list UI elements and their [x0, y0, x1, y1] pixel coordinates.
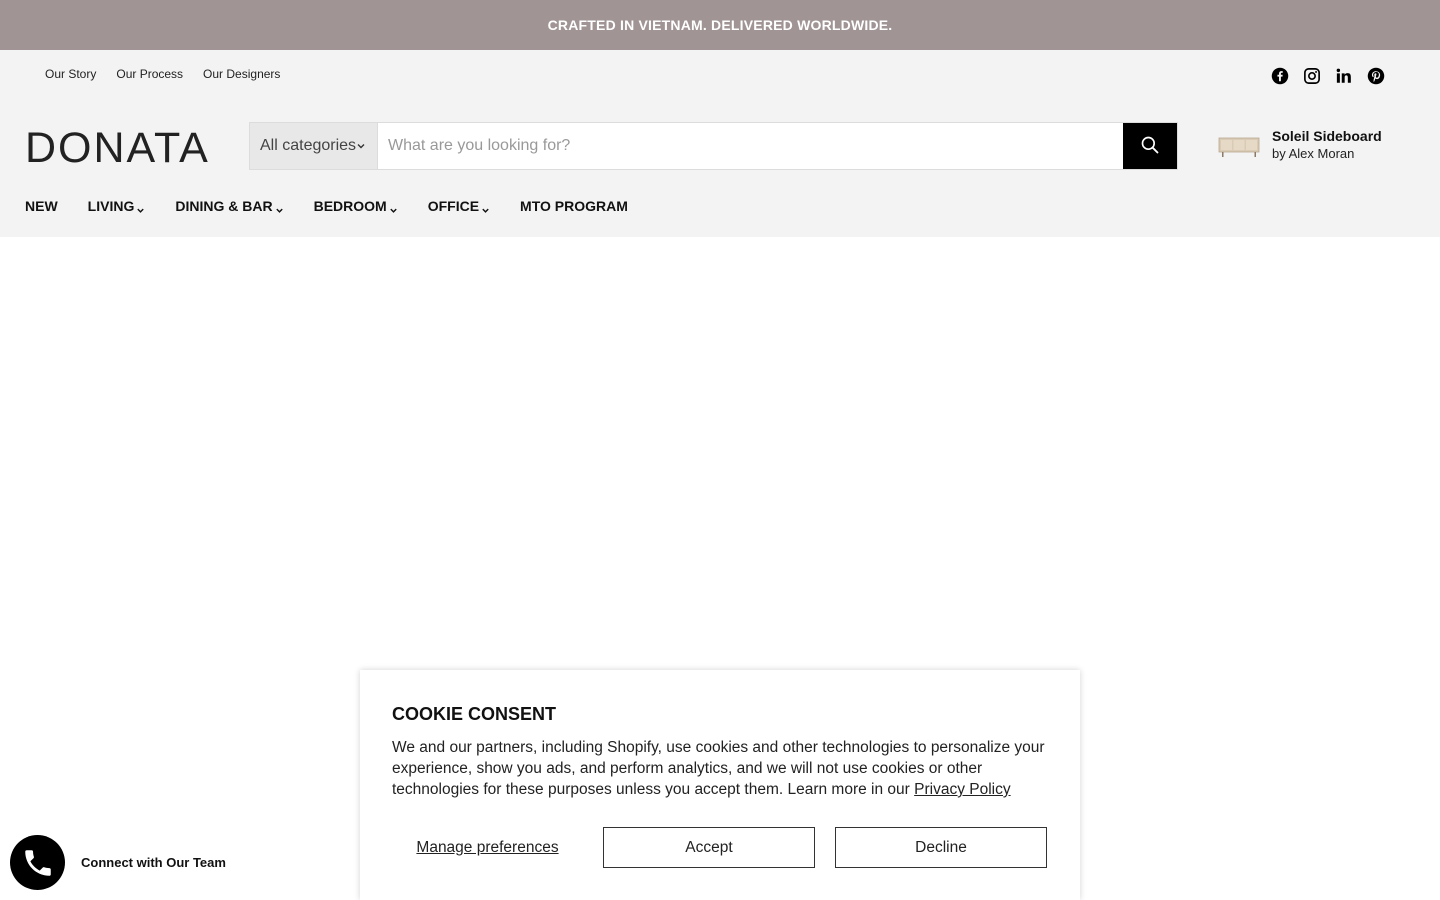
- announcement-text: CRAFTED IN VIETNAM. DELIVERED WORLDWIDE.: [547, 17, 893, 33]
- logo[interactable]: DONATA: [25, 124, 210, 172]
- pinterest-icon[interactable]: [1367, 67, 1385, 85]
- chevron-down-icon: [389, 202, 398, 213]
- chevron-down-icon: [481, 202, 490, 213]
- linkedin-icon[interactable]: [1335, 67, 1353, 85]
- cookie-body: We and our partners, including Shopify, …: [392, 739, 1045, 798]
- nav-dining-bar[interactable]: DINING & BAR: [175, 198, 283, 214]
- search-bar: All categories: [249, 122, 1178, 170]
- link-our-story[interactable]: Our Story: [45, 67, 96, 81]
- nav-bedroom[interactable]: BEDROOM: [314, 198, 398, 214]
- main-nav: NEW LIVING DINING & BAR BEDROOM OFFICE M…: [25, 198, 628, 214]
- site-header: Our Story Our Process Our Designers DONA…: [0, 50, 1440, 237]
- chevron-down-icon: [355, 139, 367, 151]
- category-select-label: All categories: [260, 137, 357, 154]
- manage-preferences-link[interactable]: Manage preferences: [392, 839, 583, 857]
- announcement-bar: CRAFTED IN VIETNAM. DELIVERED WORLDWIDE.: [0, 0, 1440, 50]
- search-button[interactable]: [1123, 123, 1177, 169]
- instagram-icon[interactable]: [1303, 67, 1321, 85]
- whatsapp-widget[interactable]: Connect with Our Team: [10, 835, 226, 890]
- category-select[interactable]: All categories: [250, 123, 378, 169]
- nav-new[interactable]: NEW: [25, 198, 58, 214]
- privacy-policy-link[interactable]: Privacy Policy: [914, 781, 1010, 798]
- cookie-consent-dialog: COOKIE CONSENT We and our partners, incl…: [360, 670, 1080, 900]
- link-our-designers[interactable]: Our Designers: [203, 67, 280, 81]
- whatsapp-icon[interactable]: [10, 835, 65, 890]
- decline-button[interactable]: Decline: [835, 827, 1047, 868]
- nav-office[interactable]: OFFICE: [428, 198, 490, 214]
- chevron-down-icon: [275, 202, 284, 213]
- link-our-process[interactable]: Our Process: [116, 67, 183, 81]
- sideboard-thumbnail: [1218, 130, 1260, 160]
- top-links: Our Story Our Process Our Designers: [45, 67, 280, 81]
- whatsapp-label: Connect with Our Team: [81, 855, 226, 870]
- cookie-actions: Manage preferences Accept Decline: [392, 827, 1048, 868]
- accept-button[interactable]: Accept: [603, 827, 815, 868]
- chevron-down-icon: [136, 202, 145, 213]
- featured-product[interactable]: Soleil Sideboard by Alex Moran: [1218, 128, 1382, 161]
- nav-living[interactable]: LIVING: [88, 198, 146, 214]
- social-links: [1271, 67, 1385, 85]
- cookie-title: COOKIE CONSENT: [392, 704, 557, 724]
- facebook-icon[interactable]: [1271, 67, 1289, 85]
- search-icon: [1140, 135, 1160, 158]
- search-input[interactable]: [378, 123, 1123, 169]
- nav-mto-program[interactable]: MTO PROGRAM: [520, 198, 628, 214]
- featured-title: Soleil Sideboard: [1272, 128, 1382, 144]
- featured-byline: by Alex Moran: [1272, 146, 1355, 161]
